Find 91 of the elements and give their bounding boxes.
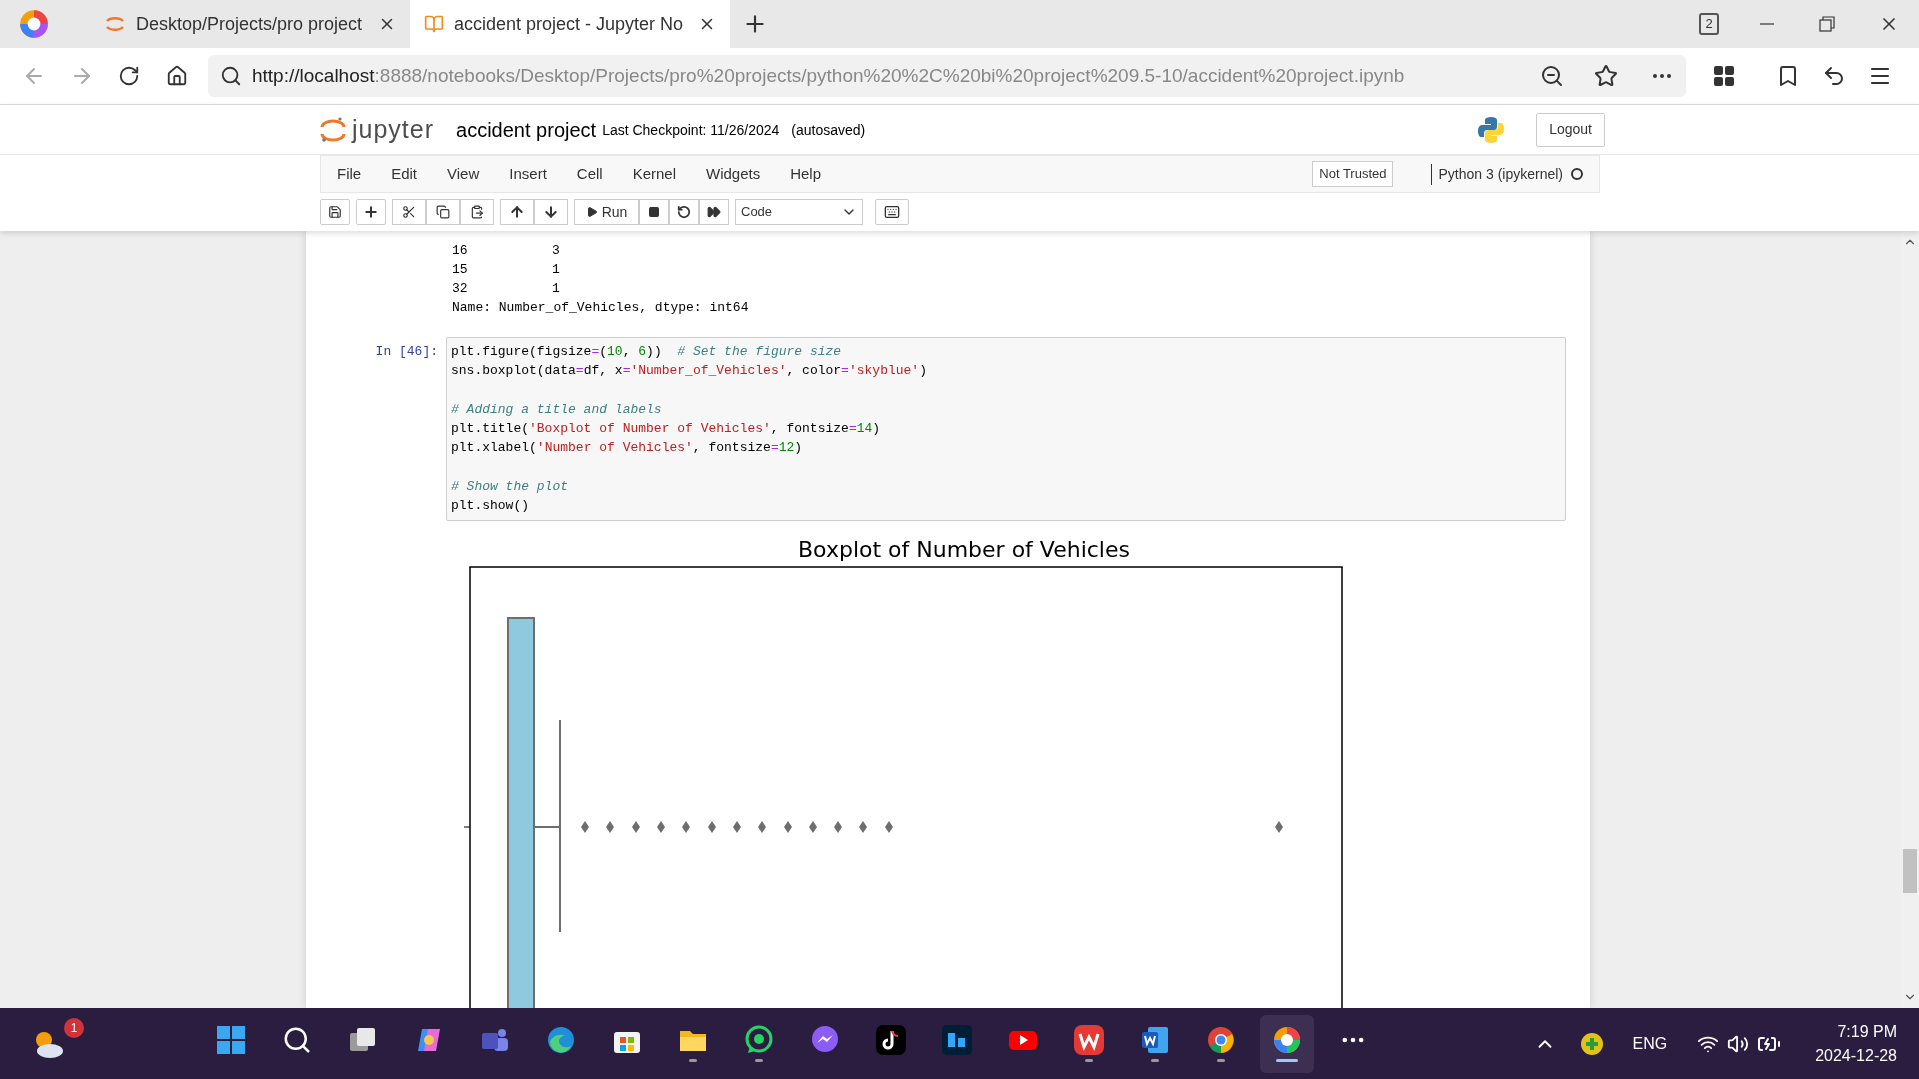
browser-tab[interactable]: accident project - Jupyter No xyxy=(410,0,730,48)
notebook-name[interactable]: accident project xyxy=(456,114,597,145)
save-button[interactable] xyxy=(320,199,350,225)
plot-title: Boxplot of Number of Vehicles xyxy=(798,535,1130,564)
undo-icon[interactable] xyxy=(1822,64,1846,88)
clock-date[interactable]: 2024-12-28 xyxy=(1815,1043,1897,1068)
taskbar-app-button[interactable] xyxy=(1260,1014,1314,1073)
checkpoint-text: Last Checkpoint: 11/26/2024 xyxy=(602,121,780,140)
apps-icon[interactable] xyxy=(1712,64,1736,88)
output-value: 1 xyxy=(552,280,560,298)
stop-button[interactable] xyxy=(639,199,669,225)
url-text: http://localhost:8888/notebooks/Desktop/Projects/pro%20projects/python%20%2C%20bi%20project%209.5-10/accident%20project.ipynb xyxy=(252,63,1406,88)
run-all-button[interactable] xyxy=(699,199,729,225)
menu-item[interactable]: Help xyxy=(790,162,822,186)
stop-icon xyxy=(648,206,660,218)
menu-item[interactable]: File xyxy=(337,162,362,186)
cell-type-select[interactable]: Code xyxy=(735,199,863,225)
menu-item[interactable]: Insert xyxy=(509,162,547,186)
status-app-icon[interactable] xyxy=(1580,1031,1605,1056)
code-line: plt.figure(figsize=(10, 6)) # Set the figure size xyxy=(451,343,842,361)
clock-time[interactable]: 7:19 PM xyxy=(1837,1019,1897,1044)
trust-indicator[interactable]: Not Trusted xyxy=(1312,161,1394,187)
output-text: Name: Number_of_Vehicles, dtype: int64 xyxy=(452,299,749,317)
home-icon[interactable] xyxy=(166,65,188,87)
scrollbar-thumb[interactable] xyxy=(1903,849,1917,893)
whatsapp-icon[interactable] xyxy=(744,1025,774,1055)
move-up-button[interactable] xyxy=(500,199,534,225)
plus-icon xyxy=(363,204,379,220)
tab-title: accident project - Jupyter No xyxy=(454,12,685,36)
code-line: plt.show() xyxy=(451,497,529,516)
restore-icon[interactable] xyxy=(1819,16,1835,32)
menu-item[interactable]: Edit xyxy=(391,162,418,186)
reload-icon[interactable] xyxy=(118,65,140,87)
code-line: sns.boxplot(data=df, x='Number_of_Vehicles', color='skyblue') xyxy=(451,362,927,381)
logout-button[interactable]: Logout xyxy=(1536,112,1605,147)
menu-item[interactable]: Kernel xyxy=(632,162,676,186)
zoom-icon[interactable] xyxy=(1540,64,1564,88)
output-index: 15 xyxy=(452,261,469,279)
word-icon[interactable] xyxy=(1140,1025,1170,1055)
wps-office-icon[interactable] xyxy=(1074,1025,1104,1055)
output-value: 3 xyxy=(552,242,560,260)
code-line: plt.title('Boxplot of Number of Vehicles', fontsize=14) xyxy=(451,420,881,439)
paste-button[interactable] xyxy=(460,199,494,225)
play-icon xyxy=(585,206,598,218)
code-line: # Adding a title and labels xyxy=(451,400,662,419)
code-cell[interactable] xyxy=(446,337,1566,521)
tab-count-badge[interactable]: 2 xyxy=(1699,13,1719,35)
tab-title: Desktop/Projects/pro project xyxy=(136,12,364,36)
cut-button[interactable] xyxy=(392,199,426,225)
tiktok-icon[interactable] xyxy=(876,1025,906,1055)
menu-item[interactable]: View xyxy=(447,162,480,186)
arrow-down-icon xyxy=(543,204,559,220)
restart-icon xyxy=(677,205,691,219)
copy-button[interactable] xyxy=(426,199,460,225)
add-cell-button[interactable] xyxy=(356,199,386,225)
code-line: # Show the plot xyxy=(451,478,569,497)
restart-button[interactable] xyxy=(669,199,699,225)
clipboard-icon xyxy=(470,205,484,219)
copy-icon xyxy=(436,205,450,219)
windows-start-icon[interactable] xyxy=(217,1026,245,1054)
browser-icon[interactable] xyxy=(1272,1025,1302,1055)
run-button[interactable]: Run xyxy=(574,199,639,225)
save-icon xyxy=(328,205,342,219)
menu-item[interactable]: Widgets xyxy=(706,162,761,186)
browser-logo-icon[interactable] xyxy=(18,8,50,40)
kernel-name: Python 3 (ipykernel) xyxy=(1431,163,1563,185)
search-icon[interactable] xyxy=(282,1025,312,1055)
notebook-tab-icon xyxy=(424,14,444,34)
arrow-up-icon xyxy=(509,204,525,220)
messenger-icon[interactable] xyxy=(810,1025,840,1055)
jupyter-logo-icon[interactable] xyxy=(320,115,346,144)
fast-forward-icon xyxy=(707,205,721,219)
cell-prompt: In [46]: xyxy=(374,343,439,361)
jupyter-logo-text[interactable]: jupyter xyxy=(352,110,435,149)
python-logo-icon xyxy=(1476,114,1507,145)
scissors-icon xyxy=(402,205,416,219)
output-index: 16 xyxy=(452,242,469,260)
keyboard-shortcuts-button[interactable] xyxy=(875,199,909,225)
notification-badge: 1 xyxy=(64,1017,84,1038)
keyboard-icon xyxy=(884,204,900,220)
output-value: 1 xyxy=(552,261,560,279)
autosave-status: (autosaved) xyxy=(791,121,866,140)
bookmark-star-icon[interactable] xyxy=(1594,64,1618,88)
address-bar[interactable]: http://localhost:8888/notebooks/Desktop/Projects/pro%20projects/python%20%2C%20bi%20project%209.5-10/accident%20project.ipynb xyxy=(208,55,1686,97)
language-indicator[interactable]: ENG xyxy=(1632,1031,1668,1056)
menu-item[interactable]: Cell xyxy=(576,162,603,186)
code-line: plt.xlabel('Number of Vehicles', fontsize=12) xyxy=(451,439,803,458)
output-index: 32 xyxy=(452,280,469,298)
chrome-icon[interactable] xyxy=(1206,1025,1236,1055)
move-down-button[interactable] xyxy=(534,199,568,225)
search-icon xyxy=(220,65,242,87)
